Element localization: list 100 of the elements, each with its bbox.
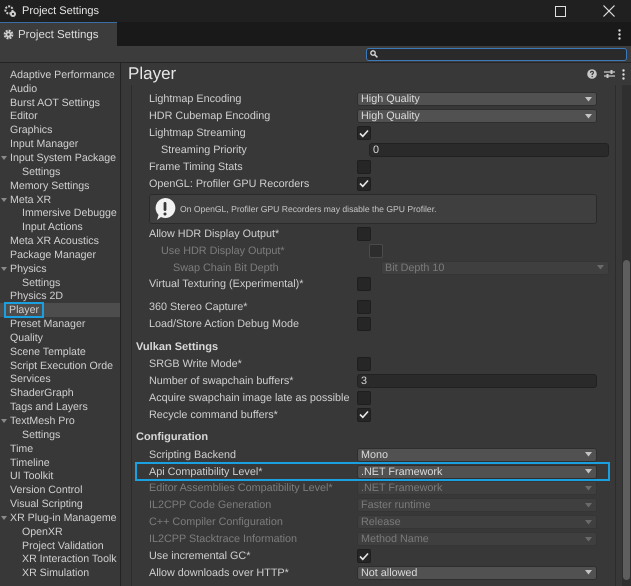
caret-icon (585, 96, 592, 102)
sidebar-item[interactable]: Burst AOT Settings (0, 96, 120, 110)
expand-arrow-icon[interactable] (1, 266, 7, 272)
sidebar-item[interactable]: Script Execution Orde (0, 358, 120, 373)
dropdown: Method Name (357, 532, 597, 546)
checkbox[interactable] (357, 390, 371, 405)
more-icon[interactable] (618, 28, 621, 40)
caret-icon (585, 469, 592, 474)
sidebar-item[interactable]: Scene Template (0, 344, 120, 359)
section-heading: Configuration (136, 430, 210, 446)
sidebar-item[interactable]: Input System Package (0, 151, 120, 165)
number-field[interactable]: 3 (357, 374, 597, 388)
setting-label: Streaming Priority (160, 144, 248, 156)
dropdown[interactable]: Not allowed (357, 566, 597, 580)
caret-icon (585, 520, 592, 525)
dropdown[interactable]: High Quality (357, 109, 597, 124)
help-text: On OpenGL, Profiler GPU Recorders may disable the GPU Profiler. (180, 204, 436, 214)
sidebar-item[interactable]: Quality (0, 331, 120, 345)
dropdown[interactable]: Mono (357, 448, 597, 462)
caret-icon (585, 114, 592, 119)
sidebar-item[interactable]: Physics 2D (0, 290, 120, 304)
setting-label: Swap Chain Bit Depth (172, 262, 280, 274)
checkbox[interactable] (357, 408, 371, 422)
settings-tab[interactable]: Project Settings (0, 22, 117, 46)
expand-arrow-icon[interactable] (1, 515, 7, 521)
setting-label: OpenGL: Profiler GPU Recorders (149, 178, 310, 190)
checkbox[interactable] (357, 317, 371, 332)
setting-label: Lightmap Encoding (149, 93, 242, 106)
dropdown: .NET Framework (357, 481, 597, 496)
checkbox[interactable] (357, 126, 371, 140)
more-icon[interactable] (622, 68, 625, 80)
search-icon (370, 50, 378, 58)
close-icon[interactable] (603, 5, 615, 17)
sidebar-item[interactable]: Meta XR Acoustics (0, 234, 120, 248)
sidebar-item[interactable]: Input Manager (0, 137, 120, 152)
dropdown: Release (357, 515, 597, 530)
sidebar-item[interactable]: TextMesh Pro (0, 414, 120, 428)
sidebar-item[interactable]: Tags and Layers (0, 400, 120, 414)
checkbox[interactable] (357, 226, 371, 241)
sidebar-item[interactable]: Memory Settings (0, 178, 120, 193)
setting-label: Recycle command buffers* (149, 408, 279, 421)
sidebar-item[interactable]: Visual Scripting (0, 497, 120, 511)
expand-arrow-icon[interactable] (1, 418, 7, 424)
maximize-icon[interactable] (555, 6, 566, 16)
scrollbar-thumb[interactable] (623, 260, 630, 580)
sidebar-item[interactable]: Editor (0, 110, 120, 124)
sidebar-item[interactable]: XR Interaction Toolk (0, 552, 120, 566)
sidebar-item[interactable]: Meta XR (0, 192, 120, 206)
setting-label: Virtual Texturing (Experimental)* (149, 278, 304, 290)
panel-title: Player (128, 64, 176, 84)
sidebar-item[interactable]: XR Plug-in Manageme (0, 511, 120, 525)
setting-label: Use HDR Display Output* (160, 244, 286, 257)
sidebar-item[interactable]: Services (0, 372, 120, 386)
checkbox[interactable] (357, 176, 371, 191)
sidebar-item[interactable]: Time (0, 442, 120, 456)
number-field[interactable]: 0 (369, 143, 609, 158)
search-field[interactable] (366, 48, 627, 60)
help-icon[interactable] (587, 69, 597, 79)
sidebar-item[interactable]: Settings (0, 276, 120, 290)
sidebar-item[interactable]: Package Manager (0, 248, 120, 262)
checkbox[interactable] (357, 160, 371, 174)
expand-arrow-icon[interactable] (1, 155, 7, 162)
checkbox[interactable] (357, 549, 371, 564)
sidebar-item[interactable]: Settings (0, 428, 120, 442)
sidebar-item[interactable]: XR Simulation (0, 566, 120, 580)
checkbox[interactable] (357, 357, 371, 372)
sidebar-item[interactable]: Graphics (0, 123, 120, 138)
window-title: Project Settings (22, 5, 100, 17)
setting-label: Acquire swapchain image late as possible (149, 392, 350, 404)
dropdown: Bit Depth 10 (381, 260, 609, 275)
dropdown[interactable]: High Quality (357, 92, 597, 106)
sidebar-item[interactable]: Adaptive Performance (0, 68, 120, 82)
sidebar-item[interactable]: Physics (0, 262, 120, 276)
sidebar-item[interactable]: Player (0, 303, 120, 318)
checkbox[interactable] (357, 300, 371, 314)
setting-label: IL2CPP Code Generation (149, 499, 272, 512)
setting-label: Use incremental GC* (149, 550, 252, 562)
setting-label: SRGB Write Mode* (149, 358, 243, 370)
setting-label: Allow HDR Display Output* (149, 228, 280, 240)
caret-icon (585, 536, 592, 542)
caret-icon (585, 502, 592, 508)
sidebar-item[interactable]: Immersive Debugge (0, 206, 120, 220)
caret-icon (585, 452, 592, 458)
sidebar-item[interactable]: Input Actions (0, 220, 120, 234)
sidebar-item[interactable]: Timeline (0, 456, 120, 470)
expand-arrow-icon[interactable] (1, 196, 7, 203)
sidebar-item[interactable]: Version Control (0, 483, 120, 498)
setting-label: Load/Store Action Debug Mode (149, 318, 300, 330)
warning-icon (154, 197, 176, 222)
dropdown[interactable]: .NET Framework (357, 464, 597, 479)
sidebar-item[interactable]: Settings (0, 164, 120, 179)
sidebar-item[interactable]: ShaderGraph (0, 386, 120, 400)
sidebar-item[interactable]: Audio (0, 82, 120, 96)
caret-icon (597, 265, 604, 270)
checkbox[interactable] (357, 277, 371, 292)
sidebar-item[interactable]: Project Validation (0, 538, 120, 553)
sidebar-item[interactable]: OpenXR (0, 524, 120, 539)
sidebar-item[interactable]: Preset Manager (0, 317, 120, 332)
sidebar-item[interactable]: UI Toolkit (0, 469, 120, 484)
sliders-icon[interactable] (604, 69, 615, 79)
